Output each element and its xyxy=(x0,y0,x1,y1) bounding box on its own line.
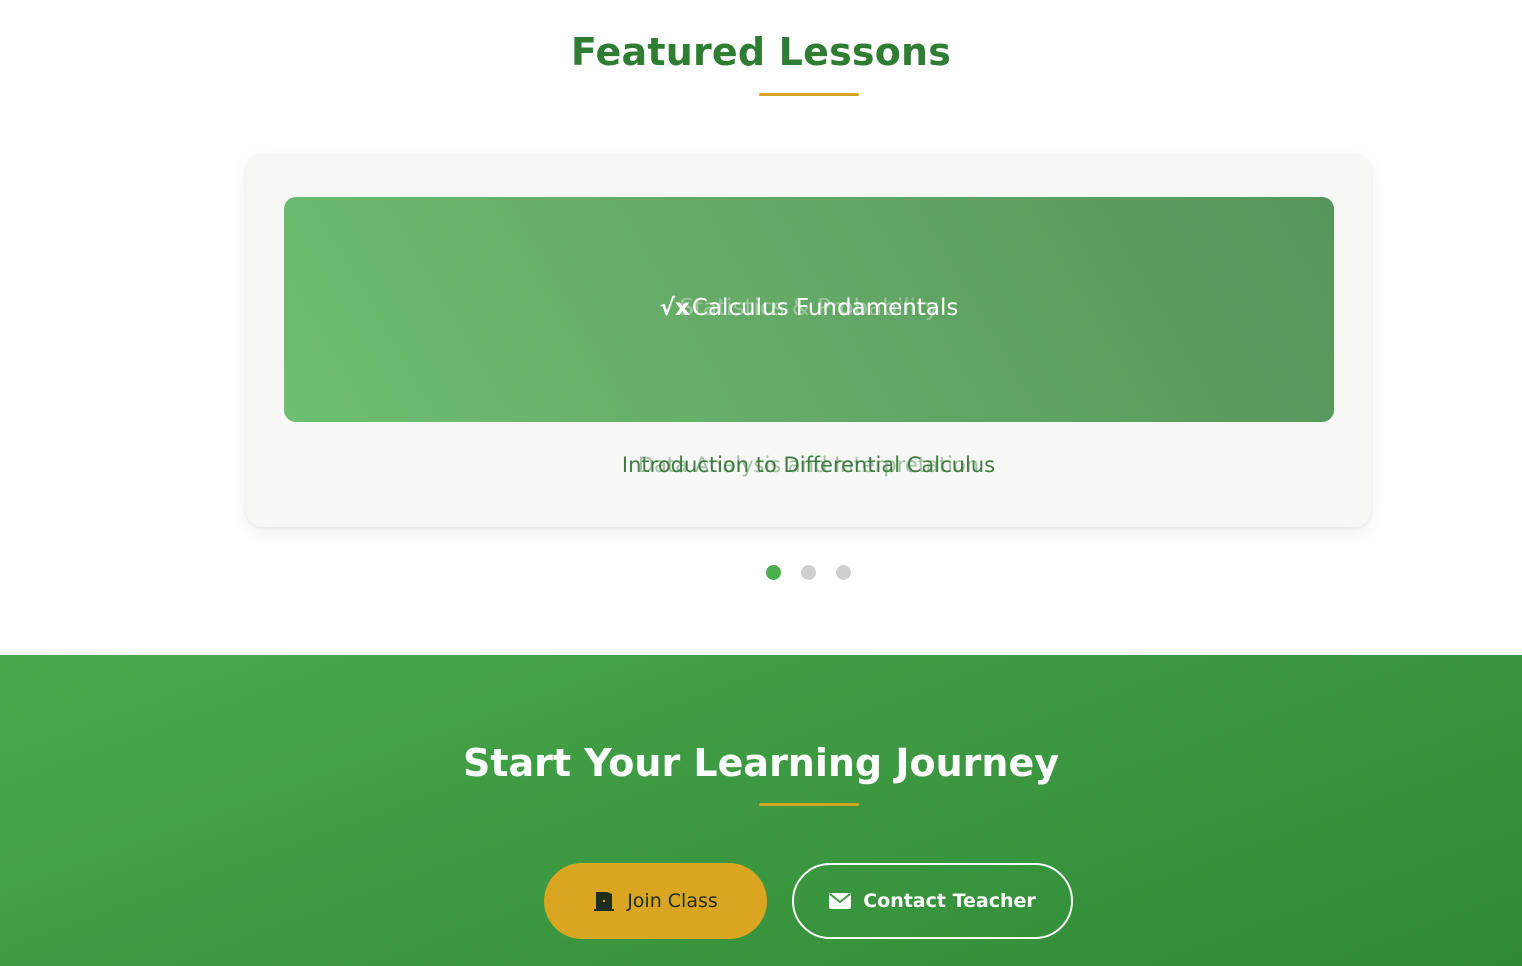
cta-underline xyxy=(759,803,859,806)
join-class-label: Join Class xyxy=(627,890,718,912)
envelope-icon xyxy=(829,893,852,909)
featured-lessons-title: Featured Lessons xyxy=(570,30,952,74)
title-underline xyxy=(759,93,859,96)
contact-teacher-label: Contact Teacher xyxy=(863,890,1036,912)
contact-teacher-button[interactable]: Contact Teacher xyxy=(792,863,1073,939)
carousel-dot-1[interactable] xyxy=(766,565,781,580)
banner-ghost-title: Statistics & Probability xyxy=(679,295,939,321)
door-open-icon xyxy=(593,890,615,912)
carousel-dot-3[interactable] xyxy=(836,565,851,580)
lesson-carousel-card[interactable]: √xCalculus Fundamentals Statistics & Pro… xyxy=(246,153,1371,527)
slide-caption-ghost: Data Analysis and Interpretation xyxy=(637,453,980,477)
page: Featured Lessons √xCalculus Fundamentals… xyxy=(0,0,1522,966)
cta-section: Start Your Learning Journey Join Class C… xyxy=(0,655,1522,966)
featured-lessons-section: Featured Lessons √xCalculus Fundamentals… xyxy=(0,0,1522,655)
carousel-dot-2[interactable] xyxy=(801,565,816,580)
carousel-dots xyxy=(0,565,1522,581)
join-class-button[interactable]: Join Class xyxy=(544,863,767,939)
cta-title: Start Your Learning Journey xyxy=(462,741,1060,785)
slide-banner[interactable]: √xCalculus Fundamentals Statistics & Pro… xyxy=(284,197,1334,422)
